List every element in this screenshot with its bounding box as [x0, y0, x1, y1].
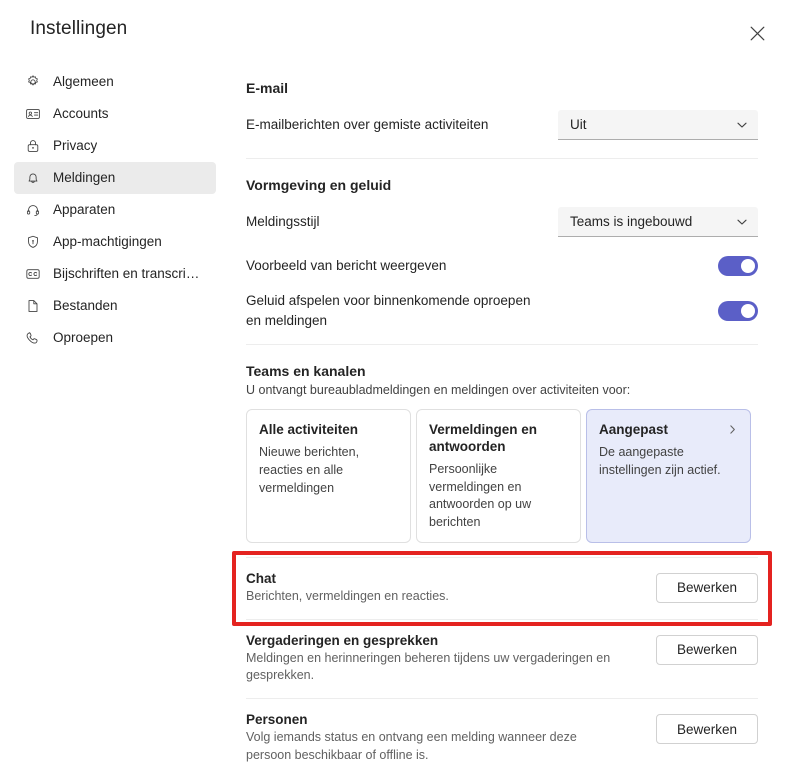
chevron-down-icon: [736, 216, 748, 228]
sidebar-nav-list: Algemeen Accounts Privacy Meldingen Appa…: [0, 66, 232, 354]
settings-sidebar: Algemeen Accounts Privacy Meldingen Appa…: [0, 66, 232, 354]
sidebar-item-label: Meldingen: [53, 171, 116, 185]
card-header: Aangepast: [599, 422, 738, 439]
sidebar-item-bestanden[interactable]: Bestanden: [14, 290, 216, 322]
chevron-right-icon: [727, 424, 738, 435]
card-alle-activiteiten[interactable]: Alle activiteiten Nieuwe berichten, reac…: [246, 409, 411, 543]
phone-icon: [24, 330, 41, 347]
sidebar-item-label: Privacy: [53, 139, 98, 153]
sidebar-item-label: Accounts: [53, 107, 109, 121]
lock-icon: [24, 138, 41, 155]
setting-row-chat: Chat Berichten, vermeldingen en reacties…: [246, 558, 758, 619]
chevron-down-icon: [736, 119, 748, 131]
sidebar-item-label: Algemeen: [53, 75, 114, 89]
document-icon: [24, 298, 41, 315]
setting-text: Chat Berichten, vermeldingen en reacties…: [246, 571, 640, 606]
card-vermeldingen-en-antwoorden[interactable]: Vermeldingen en antwoorden Persoonlijke …: [416, 409, 581, 543]
divider: [246, 344, 758, 346]
section-email: E-mail E-mailberichten over gemiste acti…: [246, 80, 758, 144]
section-title-teams: Teams en kanalen: [246, 363, 366, 380]
sidebar-item-label: Oproepen: [53, 331, 114, 345]
card-title: Alle activiteiten: [259, 422, 359, 438]
dropdown-value: Teams is ingebouwd: [570, 214, 693, 229]
page-title: Instellingen: [30, 18, 128, 39]
row-label: Geluid afspelen voor binnenkomende oproe…: [246, 293, 531, 328]
gear-icon: [24, 74, 41, 91]
sidebar-item-bijschriften-en-transcripties[interactable]: Bijschriften en transcript...: [14, 258, 216, 290]
settings-content: E-mail E-mailberichten over gemiste acti…: [232, 66, 786, 775]
sidebar-item-label: Bestanden: [53, 299, 118, 313]
card-description: De aangepaste instellingen zijn actief.: [599, 445, 721, 477]
dialog-header: Instellingen: [0, 0, 786, 62]
dropdown-value: Uit: [570, 117, 587, 132]
setting-text: Vergaderingen en gesprekken Meldingen en…: [246, 633, 640, 686]
section-title-email: E-mail: [246, 80, 289, 96]
card-title: Aangepast: [599, 422, 669, 438]
card-header: Alle activiteiten: [259, 422, 398, 439]
setting-title: Vergaderingen en gesprekken: [246, 632, 439, 648]
card-header: Vermeldingen en antwoorden: [429, 422, 568, 456]
setting-row-meetings-calls: Vergaderingen en gesprekken Meldingen en…: [246, 620, 758, 699]
section-title-appearance: Vormgeving en geluid: [246, 177, 392, 193]
close-button[interactable]: [740, 16, 774, 50]
section-appearance-sound: Vormgeving en geluid Meldingsstijl Teams…: [246, 177, 758, 330]
toggle-knob: [741, 303, 755, 318]
edit-people-button[interactable]: Bewerken: [656, 714, 758, 745]
card-aangepast[interactable]: Aangepast De aangepaste instellingen zij…: [586, 409, 751, 543]
setting-description: Meldingen en herinneringen beheren tijde…: [246, 650, 611, 683]
sidebar-item-oproepen[interactable]: Oproepen: [14, 322, 216, 354]
edit-meetings-button[interactable]: Bewerken: [656, 634, 758, 665]
message-preview-toggle[interactable]: [718, 256, 758, 276]
row-notification-style: Meldingsstijl Teams is ingebouwd: [246, 203, 758, 241]
close-icon: [750, 26, 765, 41]
row-label: E-mailberichten over gemiste activiteite…: [246, 117, 489, 133]
settings-dialog: Instellingen Algemeen Accounts Privacy M…: [0, 0, 786, 775]
setting-text: Personen Volg iemands status en ontvang …: [246, 712, 640, 765]
email-frequency-dropdown[interactable]: Uit: [558, 110, 758, 140]
setting-row-people: Personen Volg iemands status en ontvang …: [246, 699, 758, 775]
row-message-preview: Voorbeeld van bericht weergeven: [246, 247, 758, 285]
setting-description: Volg iemands status en ontvang een meldi…: [246, 730, 577, 762]
row-label: Meldingsstijl: [246, 214, 320, 230]
activity-choice-cards: Alle activiteiten Nieuwe berichten, reac…: [246, 409, 758, 543]
setting-description: Berichten, vermeldingen en reacties.: [246, 588, 449, 603]
sidebar-item-meldingen[interactable]: Meldingen: [14, 162, 216, 194]
notification-style-dropdown[interactable]: Teams is ingebouwd: [558, 207, 758, 237]
headset-icon: [24, 202, 41, 219]
bell-icon: [24, 170, 41, 187]
sidebar-item-accounts[interactable]: Accounts: [14, 98, 216, 130]
sidebar-item-algemeen[interactable]: Algemeen: [14, 66, 216, 98]
sidebar-item-label: App-machtigingen: [53, 235, 162, 249]
sidebar-item-apparaten[interactable]: Apparaten: [14, 194, 216, 226]
divider: [246, 158, 758, 159]
card-title: Vermeldingen en antwoorden: [429, 422, 538, 454]
shield-icon: [24, 234, 41, 251]
sidebar-item-privacy[interactable]: Privacy: [14, 130, 216, 162]
contact-card-icon: [24, 106, 41, 123]
section-teams-channels: Teams en kanalen U ontvangt bureaubladme…: [246, 363, 758, 543]
sidebar-item-label: Apparaten: [53, 203, 116, 217]
setting-title: Personen: [246, 712, 308, 728]
setting-title: Chat: [246, 570, 276, 586]
toggle-knob: [741, 259, 755, 273]
sidebar-item-label: Bijschriften en transcript...: [53, 267, 206, 281]
card-description: Nieuwe berichten, reacties en alle verme…: [259, 445, 360, 495]
row-email-missed-activity: E-mailberichten over gemiste activiteite…: [246, 106, 758, 144]
row-incoming-sound: Geluid afspelen voor binnenkomende oproe…: [246, 291, 758, 330]
section-subtitle-teams: U ontvangt bureaubladmeldingen en meldin…: [246, 383, 631, 398]
card-description: Persoonlijke vermeldingen en antwoorden …: [429, 461, 532, 530]
sidebar-item-app-machtigingen[interactable]: App-machtigingen: [14, 226, 216, 258]
incoming-call-sound-toggle[interactable]: [718, 300, 758, 321]
edit-chat-button[interactable]: Bewerken: [656, 572, 758, 603]
closed-caption-icon: [24, 266, 41, 283]
row-label: Voorbeeld van bericht weergeven: [246, 258, 447, 274]
